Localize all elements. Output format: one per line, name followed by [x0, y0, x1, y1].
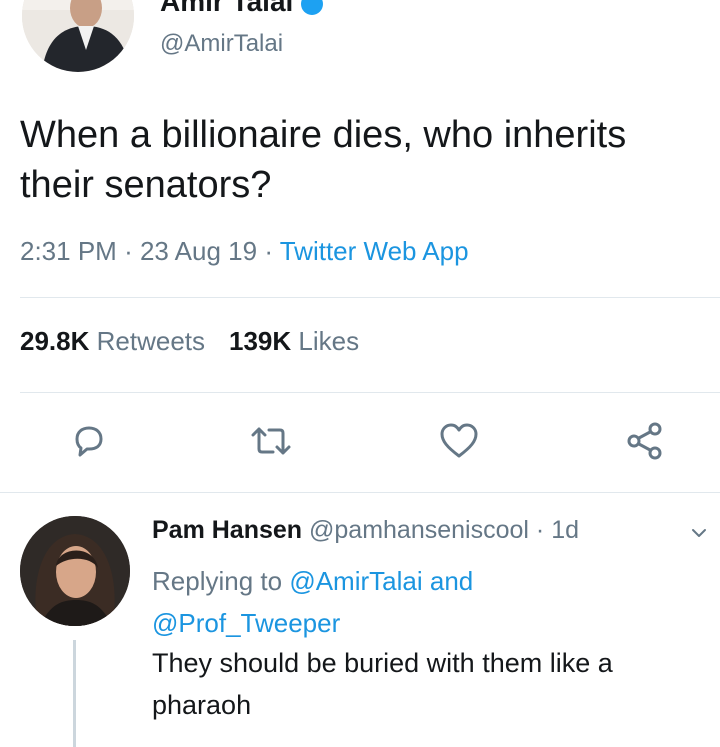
reply-button[interactable]: [66, 418, 112, 464]
mention-link[interactable]: @AmirTalai: [289, 566, 422, 596]
likes-label: Likes: [298, 326, 360, 356]
reply-author-name[interactable]: Pam Hansen: [152, 516, 302, 544]
tweet-text: When a billionaire dies, who inherits th…: [20, 114, 627, 206]
reply-header: Pam Hansen @pamhanseniscool · 1d: [152, 516, 579, 545]
author-avatar[interactable]: [22, 0, 134, 72]
like-button[interactable]: [436, 418, 482, 464]
retweets-stat[interactable]: 29.8K Retweets: [20, 326, 205, 356]
retweets-label: Retweets: [96, 326, 206, 356]
author-handle[interactable]: @AmirTalai: [160, 30, 283, 58]
replying-prefix: Replying to: [152, 566, 283, 596]
author-name[interactable]: Amir Talai: [160, 0, 324, 18]
verified-badge-icon: [301, 0, 324, 15]
author-name-text[interactable]: Amir Talai: [160, 0, 293, 17]
more-options-button[interactable]: [690, 524, 708, 542]
divider: [0, 492, 720, 493]
mention-link[interactable]: @Prof_Tweeper: [152, 608, 340, 638]
retweet-button[interactable]: [248, 418, 294, 464]
tweet-source-app[interactable]: Twitter Web App: [280, 236, 469, 266]
thread-line: [73, 640, 76, 747]
share-icon: [627, 422, 662, 460]
divider: [20, 297, 720, 298]
retweets-count: 29.8K: [20, 326, 90, 356]
tweet-detail-page: Amir Talai @AmirTalai When a billionaire…: [0, 0, 720, 747]
meta-separator: ·: [264, 236, 280, 266]
share-button[interactable]: [622, 418, 668, 464]
reply-icon: [75, 426, 103, 457]
chevron-down-icon: [692, 529, 706, 537]
replying-to: Replying to @AmirTalai and @Prof_Tweeper: [152, 560, 692, 644]
tweet-meta: 2:31 PM · 23 Aug 19 · Twitter Web App: [20, 236, 469, 267]
meta-separator: ·: [535, 516, 552, 544]
tweet-stats: 29.8K Retweets 139K Likes: [20, 326, 359, 357]
meta-separator: ·: [124, 236, 140, 266]
reply-age[interactable]: 1d: [551, 516, 579, 544]
like-icon: [440, 423, 478, 458]
retweet-icon: [251, 427, 291, 455]
replying-and[interactable]: and: [430, 566, 473, 596]
reply-author-avatar[interactable]: [20, 516, 130, 626]
tweet-action-bar: [0, 418, 720, 468]
tweet-date[interactable]: 23 Aug 19: [140, 236, 257, 266]
reply-author-handle[interactable]: @pamhanseniscool: [309, 516, 529, 544]
likes-stat[interactable]: 139K Likes: [229, 326, 359, 356]
reply-text: They should be buried with them like a p…: [152, 648, 613, 720]
likes-count: 139K: [229, 326, 292, 356]
tweet-time[interactable]: 2:31 PM: [20, 236, 117, 266]
divider: [20, 392, 720, 393]
